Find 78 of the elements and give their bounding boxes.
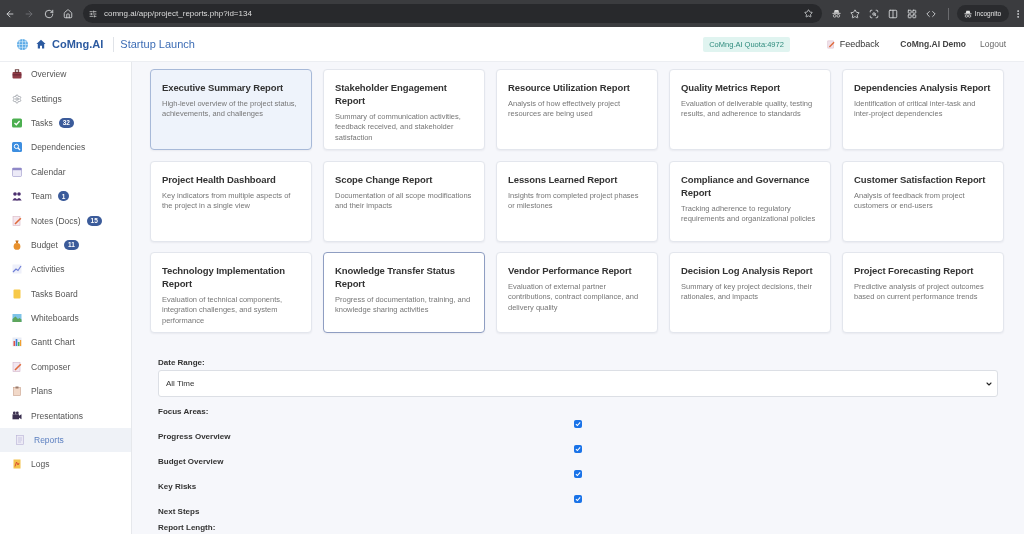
checkbox[interactable] <box>574 419 582 428</box>
star-icon[interactable] <box>850 8 860 19</box>
grid-icon[interactable] <box>907 8 917 19</box>
card-title: Stakeholder Engagement Report <box>335 81 448 107</box>
home-icon[interactable] <box>36 39 46 49</box>
sidebar-item[interactable]: Dependencies <box>0 135 131 160</box>
clipboard-icon <box>12 386 22 397</box>
incognito-icon <box>963 9 972 18</box>
sidebar-item[interactable]: Whiteboards <box>0 305 131 331</box>
brand-name[interactable]: CoMng.AI <box>52 38 104 50</box>
reload-icon[interactable] <box>43 8 54 19</box>
card-title: Quality Metrics Report <box>681 81 782 94</box>
card-title: Knowledge Transfer Status Report <box>335 264 456 290</box>
sidebar-item[interactable]: Composer <box>0 354 131 380</box>
document-icon <box>15 435 25 446</box>
back-icon[interactable] <box>4 8 15 19</box>
note-icon <box>12 215 22 226</box>
sidebar-item[interactable]: Reports <box>0 427 131 453</box>
home-icon[interactable] <box>63 8 74 19</box>
split-view-icon[interactable] <box>888 8 898 19</box>
card-title: Vendor Performance Report <box>508 264 633 277</box>
sidebar-item[interactable]: Gantt Chart <box>0 330 131 355</box>
sidebar-item[interactable]: Calendar <box>0 159 131 184</box>
checkbox[interactable] <box>574 444 582 453</box>
site-settings-icon[interactable] <box>89 9 97 18</box>
checkbox-label: Key Risks <box>158 480 197 492</box>
gear-icon <box>12 93 22 104</box>
sidebar-item[interactable]: Plans <box>0 379 131 404</box>
scroll-icon <box>12 459 22 470</box>
checkbox-label: Progress Overview <box>158 430 231 442</box>
checkbox[interactable] <box>574 469 582 478</box>
card-title: Project Health Dashboard <box>162 172 277 186</box>
card-title: Resource Utilization Report <box>508 81 631 94</box>
note-icon <box>826 39 835 49</box>
checkbox-label: Budget Overview <box>158 455 224 467</box>
sidebar-item[interactable]: Tasks Board <box>0 281 131 306</box>
logout-link[interactable]: Logout <box>980 39 1006 49</box>
card-title: Decision Log Analysis Report <box>681 264 814 277</box>
feedback-link[interactable]: Feedback <box>826 39 880 49</box>
sidebar-item[interactable]: Presentations <box>0 403 131 428</box>
card-title: Project Forecasting Report <box>854 264 975 277</box>
search-icon <box>12 142 22 153</box>
sidebar-item[interactable]: Logs <box>0 452 131 477</box>
people-icon <box>12 191 22 202</box>
card-title: Technology Implementation Report <box>162 264 286 290</box>
chart-icon <box>12 264 22 275</box>
calendar-icon <box>12 166 22 177</box>
money-bag-icon <box>12 239 22 250</box>
star-icon[interactable] <box>804 9 813 18</box>
card-title: Executive Summary Report <box>162 81 285 94</box>
user-name: CoMng.AI Demo <box>900 39 966 49</box>
address-bar[interactable]: comng.ai/app/project_reports.php?id=134 <box>83 4 822 23</box>
card-title: Scope Change Report <box>335 172 434 186</box>
bar-chart-icon <box>12 337 22 348</box>
briefcase-icon <box>12 69 22 80</box>
field-label: Date Range: <box>158 357 205 368</box>
notepad-icon <box>12 288 22 299</box>
globe-icon <box>17 38 28 50</box>
date-range-select[interactable]: All Time <box>158 370 998 397</box>
pencil-paper-icon <box>12 361 22 372</box>
sidebar-item[interactable]: Overview <box>0 62 131 87</box>
checkbox[interactable] <box>574 494 582 503</box>
card-title: Compliance and Governance Report <box>681 172 811 199</box>
check-icon <box>12 117 22 128</box>
incognito-icon <box>831 9 841 18</box>
picture-icon <box>12 313 22 324</box>
field-label: Report Length: <box>158 521 216 533</box>
sidebar-item[interactable]: Activities <box>0 257 131 282</box>
card-title: Lessons Learned Report <box>508 172 619 186</box>
field-label: Focus Areas: <box>158 405 209 417</box>
lens-icon[interactable] <box>869 8 879 19</box>
camera-icon <box>12 410 22 421</box>
sidebar-item[interactable]: Settings <box>0 86 131 111</box>
code-icon[interactable] <box>926 8 936 19</box>
project-name[interactable]: Startup Launch <box>120 38 195 50</box>
checkbox-label: Next Steps <box>158 505 200 517</box>
card-title: Dependencies Analysis Report <box>854 81 992 94</box>
card-title: Customer Satisfaction Report <box>854 172 987 186</box>
